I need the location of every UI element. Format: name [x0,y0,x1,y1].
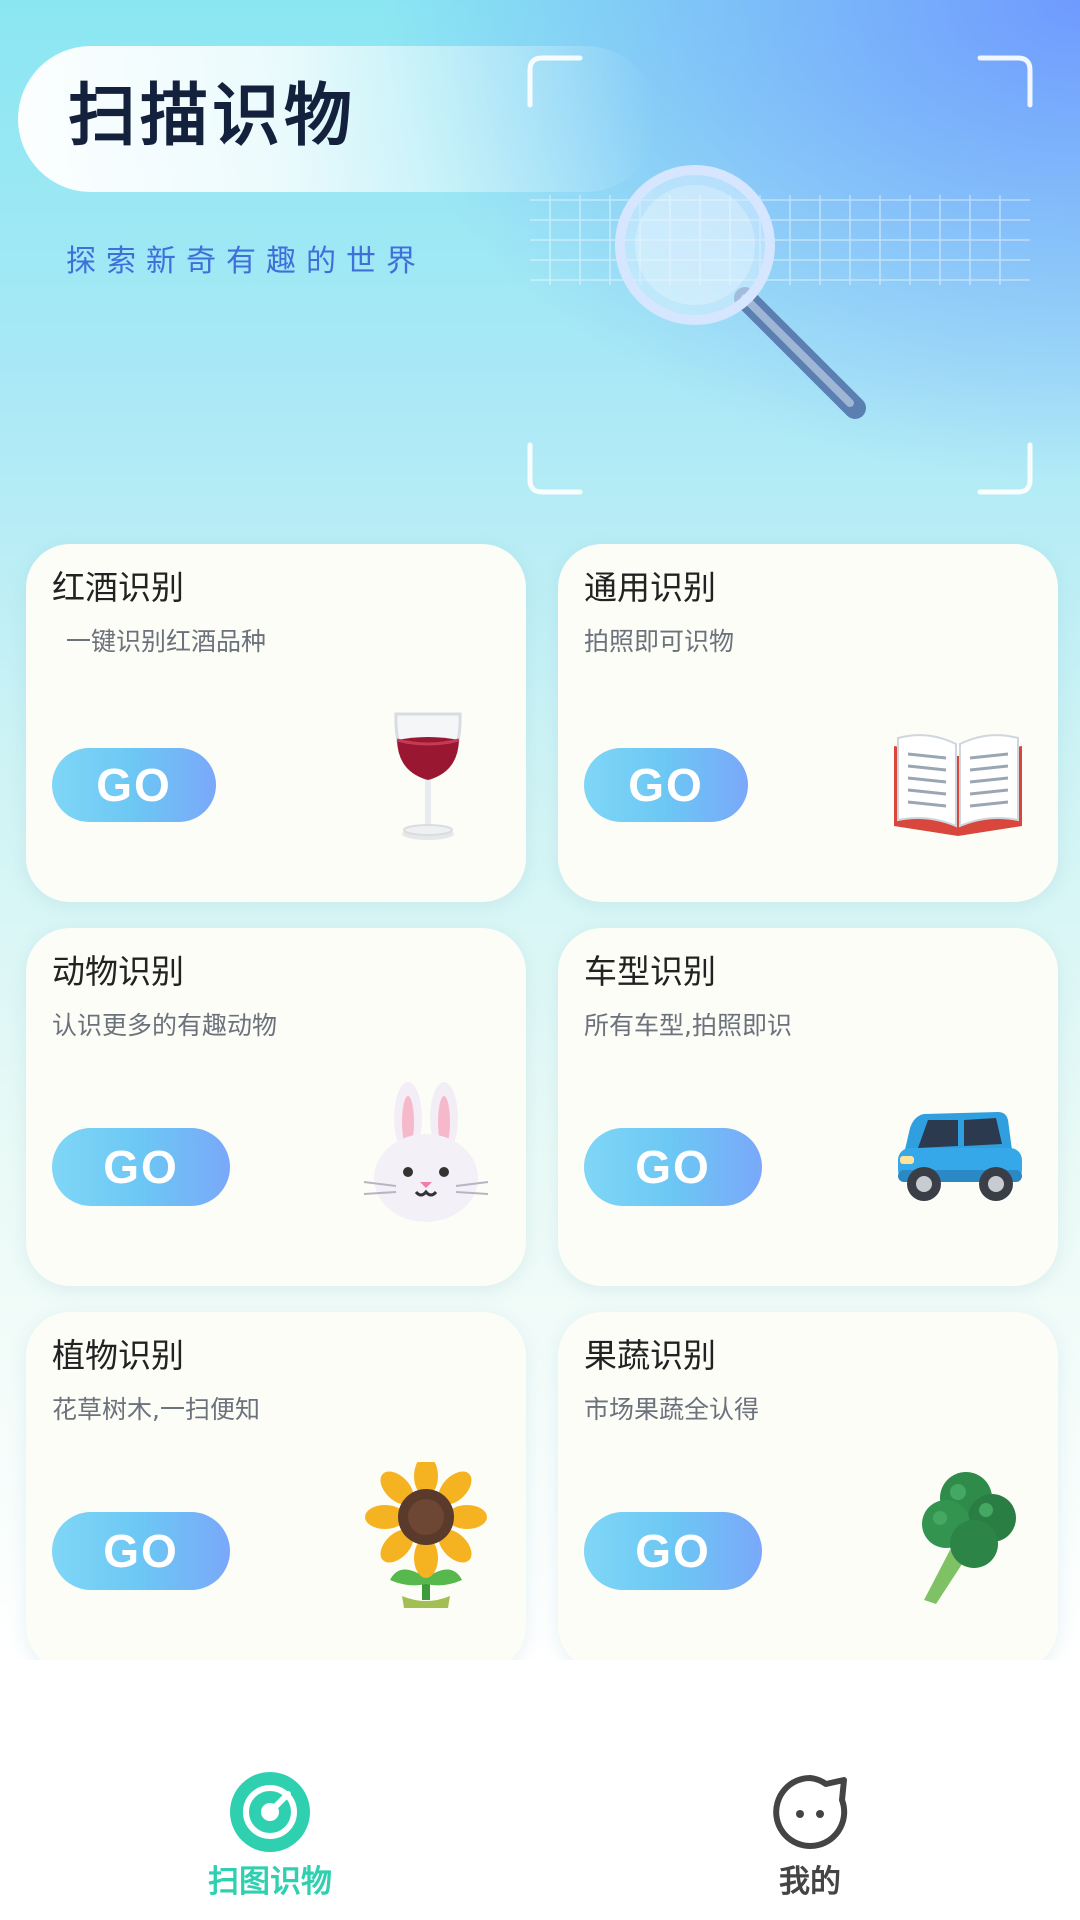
go-button[interactable]: GO [584,1512,762,1590]
open-book-icon [894,734,1022,836]
card-animal-recognition[interactable]: 动物识别 认识更多的有趣动物 GO [26,928,526,1286]
nav-label: 扫图识物 [208,1864,332,1900]
card-title: 果蔬识别 [584,1336,716,1375]
bottom-nav: 扫图识物 我的 [0,1660,1080,1920]
magnifier-scan-icon [527,55,1033,495]
sunflower-icon [365,1462,487,1608]
card-title: 车型识别 [584,952,716,991]
smiley-face-icon [773,1775,848,1849]
card-car-recognition[interactable]: 车型识别 所有车型,拍照即识 GO [558,928,1058,1286]
car-icon [898,1112,1022,1201]
broccoli-icon [922,1472,1016,1604]
go-button[interactable]: GO [584,748,748,822]
card-title: 动物识别 [52,952,184,991]
go-button[interactable]: GO [52,1128,230,1206]
card-description: 市场果蔬全认得 [584,1395,760,1424]
go-button[interactable]: GO [584,1128,762,1206]
card-produce-recognition[interactable]: 果蔬识别 市场果蔬全认得 GO [558,1312,1058,1670]
card-title: 红酒识别 [52,568,184,607]
page-subtitle: 探索新奇有趣的世界 [66,244,426,279]
card-description: 认识更多的有趣动物 [52,1011,278,1040]
card-description: 拍照即可识物 [584,627,735,656]
card-description: 花草树木,一扫便知 [52,1395,260,1424]
nav-tab-scan[interactable]: 扫图识物 [170,1770,370,1902]
wine-glass-icon [394,712,462,840]
card-wine-recognition[interactable]: 红酒识别 一键识别红酒品种 GO [26,544,526,902]
nav-label: 我的 [779,1864,841,1900]
go-button[interactable]: GO [52,748,216,822]
card-description: 一键识别红酒品种 [66,627,267,656]
page-title: 扫描识物 [68,77,357,156]
card-plant-recognition[interactable]: 植物识别 花草树木,一扫便知 GO [26,1312,526,1670]
card-title: 植物识别 [52,1336,184,1375]
card-description: 所有车型,拍照即识 [584,1011,792,1040]
card-general-recognition[interactable]: 通用识别 拍照即可识物 GO [558,544,1058,902]
card-title: 通用识别 [584,568,716,607]
scan-radar-icon [230,1772,310,1852]
go-button[interactable]: GO [52,1512,230,1590]
nav-tab-mine[interactable]: 我的 [710,1770,910,1902]
rabbit-icon [363,1082,489,1222]
